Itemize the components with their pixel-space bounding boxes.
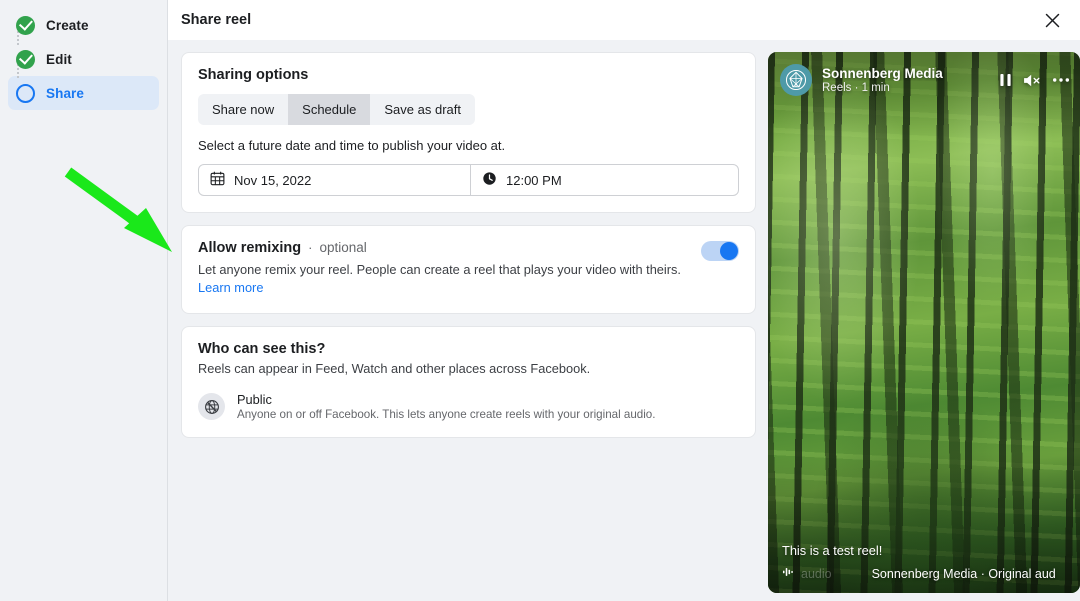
preview-column: Sonnenberg Media Reels · 1 min This is a… [768,52,1080,601]
allow-remixing-description: Let anyone remix your reel. People can c… [198,262,681,277]
schedule-date-input[interactable]: Nov 15, 2022 [199,165,471,195]
page-title: Share reel [181,12,252,28]
sidebar-step-label: Create [46,17,89,33]
reel-video-frame [768,52,1080,593]
allow-remixing-title: Allow remixing [198,240,302,256]
schedule-datetime-row: Nov 15, 2022 12:00 PM [198,164,739,196]
learn-more-link[interactable]: Learn more [198,280,263,295]
circle-outline-icon [16,83,35,103]
reel-audio-ghost-text: audio [801,567,832,581]
globe-icon [198,393,225,420]
reel-preview-header: Sonnenberg Media Reels · 1 min [768,52,1080,108]
allow-remixing-toggle[interactable] [701,241,739,261]
reel-audio-text: Sonnenberg Media · Original aud [871,567,1056,581]
audience-option-text: Public Anyone on or off Facebook. This l… [237,392,655,421]
reel-meta: Reels · 1 min [822,82,890,94]
settings-column: Sharing options Share now Schedule Save … [181,52,756,601]
check-circle-icon [16,15,35,35]
audience-subtitle: Reels can appear in Feed, Watch and othe… [198,361,591,376]
close-icon[interactable] [1036,4,1068,36]
more-options-icon[interactable] [1052,77,1070,83]
title-separator-dot: · [308,240,313,255]
schedule-time-input[interactable]: 12:00 PM [471,165,738,195]
player-controls [999,73,1070,88]
sidebar-step-edit[interactable]: Edit [8,42,159,76]
reel-audio-row: audio Sonnenberg Media · Original aud [782,565,1068,583]
toggle-knob [720,242,738,260]
audio-wave-icon [782,565,795,583]
audience-option-description: Anyone on or off Facebook. This lets any… [237,408,656,421]
allow-remixing-optional-label: optional [319,240,367,255]
avatar [780,64,812,96]
tab-schedule[interactable]: Schedule [288,94,371,125]
dialog-header: Share reel [168,0,1080,40]
allow-remixing-card: Allow remixing · optional Let anyone rem… [181,225,756,314]
tab-save-as-draft[interactable]: Save as draft [370,94,475,125]
mute-icon[interactable] [1023,73,1041,88]
allow-remixing-title-row: Allow remixing · optional [198,240,681,256]
schedule-date-value: Nov 15, 2022 [234,172,312,188]
sharing-options-card: Sharing options Share now Schedule Save … [181,52,756,213]
audience-title: Who can see this? [198,341,326,357]
sidebar-step-label: Share [46,85,85,101]
reel-preview-player[interactable]: Sonnenberg Media Reels · 1 min This is a… [768,52,1080,593]
calendar-icon [210,171,225,189]
share-reel-dialog: Create Edit Share Share reel Sharing opt… [0,0,1080,601]
check-circle-icon [16,49,35,69]
reel-caption: This is a test reel! [782,543,883,558]
schedule-time-value: 12:00 PM [506,172,562,188]
pause-icon[interactable] [999,73,1012,87]
sidebar-step-create[interactable]: Create [8,8,159,42]
tab-share-now[interactable]: Share now [198,94,288,125]
main-area: Share reel Sharing options Share now Sch… [168,0,1080,601]
reel-account-block: Sonnenberg Media Reels · 1 min [822,66,989,94]
allow-remixing-text-block: Allow remixing · optional Let anyone rem… [198,240,681,297]
audience-option-name: Public [237,392,272,407]
clock-icon [482,171,497,189]
audience-option-public[interactable]: Public Anyone on or off Facebook. This l… [198,392,739,421]
allow-remixing-header: Allow remixing · optional Let anyone rem… [198,240,739,297]
reel-preview-footer: This is a test reel! audio Sonnenberg Me… [768,543,1080,593]
steps-sidebar: Create Edit Share [0,0,168,601]
audience-card: Who can see this? Reels can appear in Fe… [181,326,756,438]
sharing-options-tabs: Share now Schedule Save as draft [198,94,475,125]
dialog-body: Sharing options Share now Schedule Save … [168,40,1080,601]
reel-account-name: Sonnenberg Media [822,66,943,81]
sidebar-step-label: Edit [46,51,72,67]
sidebar-step-share[interactable]: Share [8,76,159,110]
schedule-helper-text: Select a future date and time to publish… [198,138,506,153]
sharing-options-title: Sharing options [198,67,309,83]
